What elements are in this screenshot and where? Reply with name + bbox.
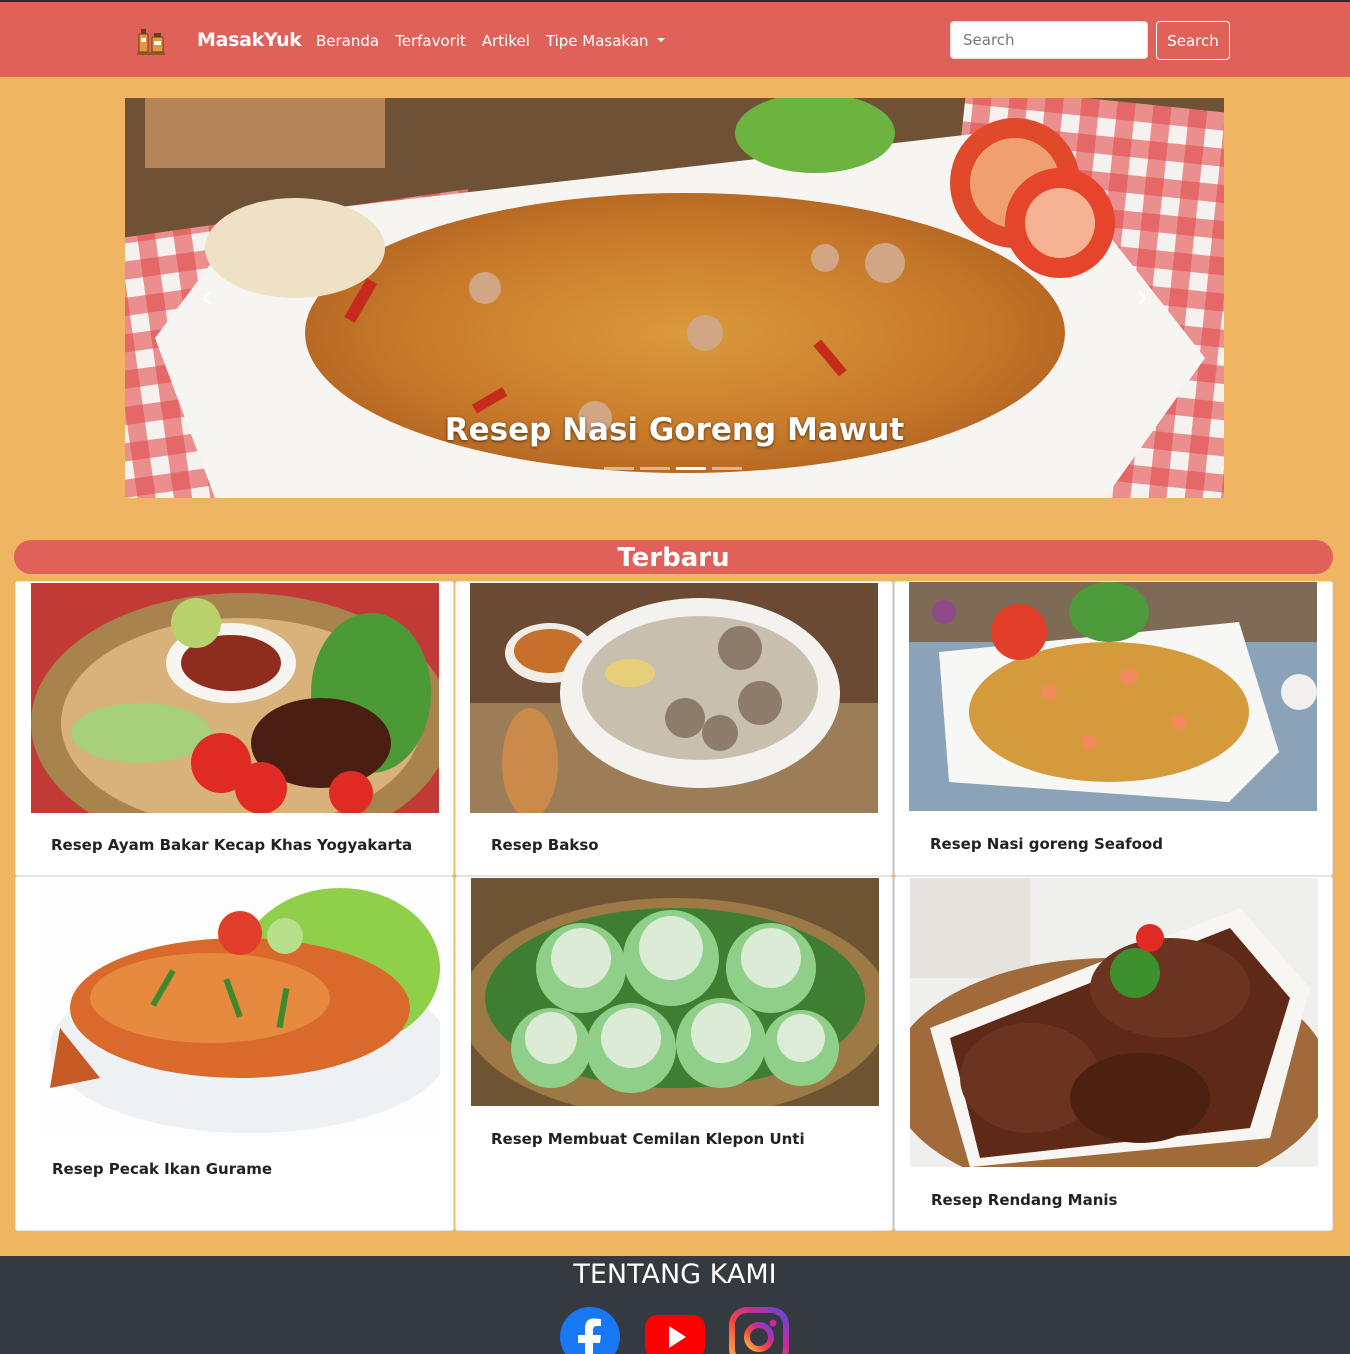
recipe-title[interactable]: Resep Nasi goreng Seafood — [930, 835, 1163, 853]
nav-link-terfavorit[interactable]: Terfavorit — [395, 32, 466, 50]
footer-title: TENTANG KAMI — [573, 1259, 777, 1290]
carousel-indicator[interactable] — [712, 467, 742, 470]
carousel-indicator[interactable] — [604, 467, 634, 470]
recipe-image[interactable] — [31, 583, 439, 813]
carousel-indicators — [604, 467, 742, 470]
recipe-card[interactable]: Resep Pecak Ikan Gurame — [15, 876, 454, 1231]
recipe-image[interactable] — [470, 583, 878, 813]
instagram-icon[interactable] — [729, 1307, 789, 1354]
footer: TENTANG KAMI — [0, 1256, 1350, 1354]
carousel-next-control[interactable] — [1128, 284, 1156, 312]
navbar: MasakYuk Beranda Terfavorit Artikel Tipe… — [0, 2, 1350, 77]
carousel-indicator[interactable] — [640, 467, 670, 470]
recipe-card[interactable]: Resep Ayam Bakar Kecap Khas Yogyakarta — [15, 581, 454, 876]
nav-link-artikel[interactable]: Artikel — [482, 32, 530, 50]
recipe-image[interactable] — [910, 878, 1318, 1167]
recipe-title[interactable]: Resep Ayam Bakar Kecap Khas Yogyakarta — [51, 836, 412, 854]
carousel-indicator-active[interactable] — [676, 467, 706, 470]
recipe-image[interactable] — [909, 582, 1317, 811]
nav-dropdown-tipe-masakan[interactable]: Tipe Masakan — [546, 32, 665, 50]
recipe-card[interactable]: Resep Bakso — [455, 581, 893, 876]
youtube-icon[interactable] — [645, 1307, 705, 1354]
caret-down-icon — [656, 38, 665, 42]
recipe-image[interactable] — [40, 878, 440, 1136]
hero-carousel: Resep Nasi Goreng Mawut — [125, 98, 1224, 498]
recipe-card[interactable]: Resep Nasi goreng Seafood — [894, 581, 1333, 876]
recipe-title[interactable]: Resep Bakso — [491, 836, 599, 854]
recipe-image[interactable] — [471, 878, 879, 1106]
carousel-caption: Resep Nasi Goreng Mawut — [444, 412, 905, 448]
recipe-card[interactable]: Resep Membuat Cemilan Klepon Unti — [455, 876, 893, 1231]
dropdown-label: Tipe Masakan — [545, 32, 649, 50]
search-button[interactable]: Search — [1156, 21, 1230, 60]
recipe-title[interactable]: Resep Membuat Cemilan Klepon Unti — [491, 1130, 805, 1148]
chevron-left-icon — [202, 291, 211, 305]
carousel-prev-control[interactable] — [193, 284, 221, 312]
chevron-right-icon — [1138, 291, 1147, 305]
search-input[interactable] — [950, 21, 1148, 59]
recipe-title[interactable]: Resep Rendang Manis — [931, 1191, 1117, 1209]
facebook-icon[interactable] — [560, 1307, 620, 1354]
nav-link-beranda[interactable]: Beranda — [316, 32, 379, 50]
section-title-terbaru: Terbaru — [14, 540, 1333, 574]
brand-name[interactable]: MasakYuk — [197, 29, 302, 51]
recipe-card[interactable]: Resep Rendang Manis — [894, 876, 1333, 1231]
nav-links: Beranda Terfavorit Artikel Tipe Masakan — [316, 32, 665, 50]
kitchen-logo-icon[interactable] — [136, 24, 166, 56]
recipe-title[interactable]: Resep Pecak Ikan Gurame — [52, 1160, 272, 1178]
